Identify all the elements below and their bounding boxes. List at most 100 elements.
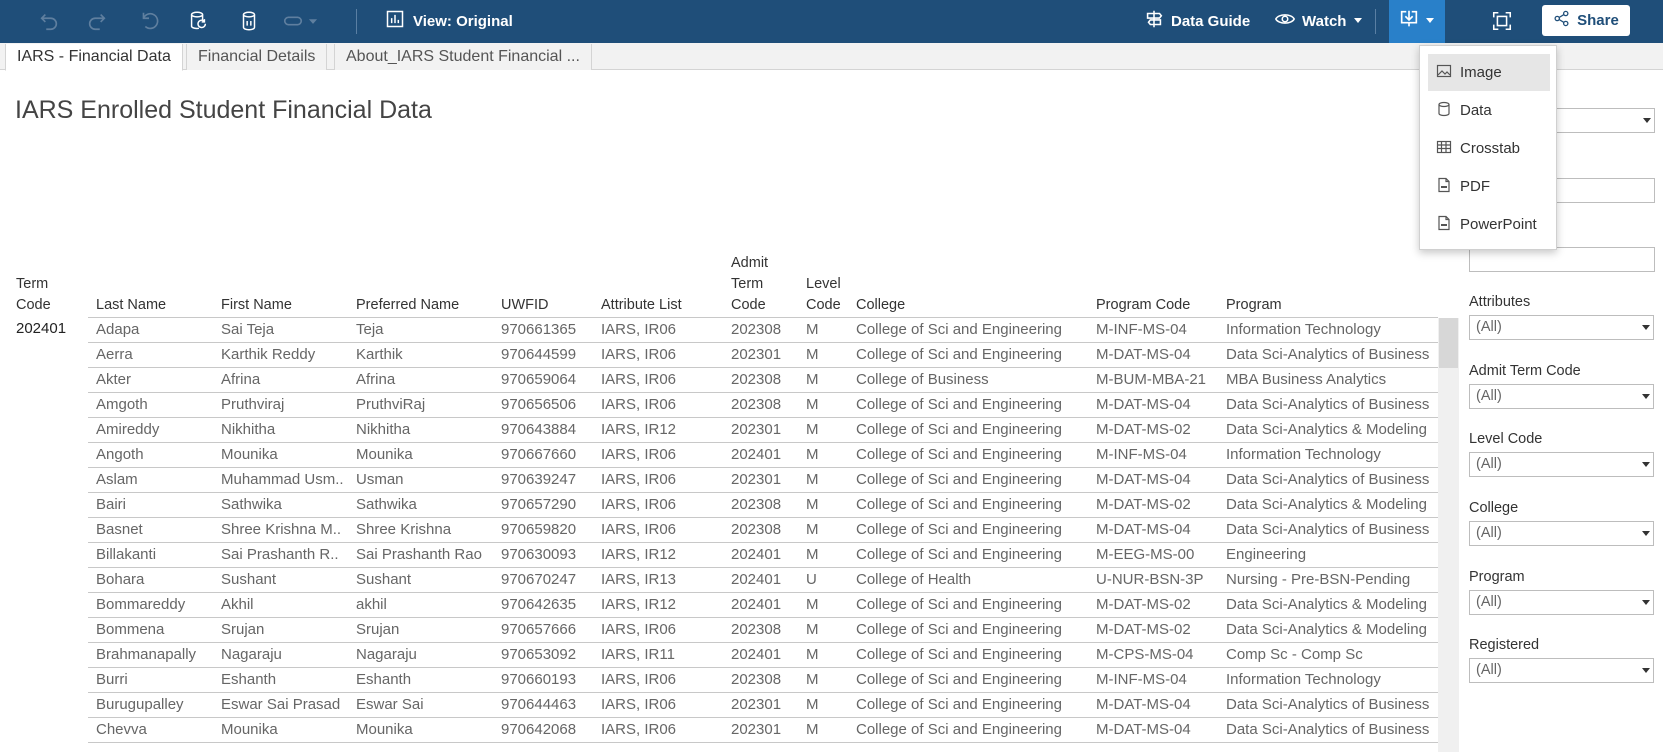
tab-iars-financial-data[interactable]: IARS - Financial Data — [5, 44, 183, 71]
last-name-cell: Chevva — [96, 721, 147, 738]
preferred-name-cell: PruthviRaj — [356, 396, 426, 413]
filter-partial-3[interactable] — [1469, 247, 1655, 272]
table-row[interactable]: Amgoth Pruthviraj PruthviRaj 970656506 IARS,… — [88, 393, 1438, 418]
admit-term-cell: 202308 — [731, 396, 782, 413]
preferred-name-cell: Mounika — [356, 446, 413, 463]
watch-label: Watch — [1302, 12, 1347, 30]
table-row[interactable]: Akter Afrina Afrina 970659064 IARS, IR06 2023… — [88, 368, 1438, 393]
revert-icon[interactable] — [134, 6, 164, 36]
table-row[interactable]: Angoth Mounika Mounika 970667660 IARS, IR06 2… — [88, 443, 1438, 468]
first-name-cell: Eshanth — [221, 671, 277, 688]
last-name-cell: Amgoth — [96, 396, 148, 413]
preferred-name-cell: Sathwika — [356, 496, 417, 513]
table-row[interactable]: Brahmanapally Nagaraju Nagaraju 970653092 IA… — [88, 643, 1438, 668]
attribute-list-cell: IARS, IR06 — [601, 671, 677, 688]
college-cell: College of Business — [856, 371, 989, 388]
program-cell: Nursing - Pre-BSN-Pending — [1226, 571, 1411, 588]
admit-term-cell: 202301 — [731, 721, 782, 738]
filter-select[interactable]: (All) — [1469, 590, 1654, 615]
admit-term-cell: 202401 — [731, 596, 782, 613]
tab-about-iars[interactable]: About_IARS Student Financial ... — [334, 44, 592, 70]
filter-partial-1[interactable] — [1557, 108, 1655, 133]
table-scrollbar[interactable] — [1438, 318, 1459, 752]
level-code-cell: M — [806, 696, 819, 713]
data-guide-button[interactable]: Data Guide — [1143, 8, 1250, 34]
table-row[interactable]: Aslam Muhammad Usm.. Usman 970639247 IARS, I… — [88, 468, 1438, 493]
chevron-down-icon[interactable] — [306, 6, 320, 36]
program-code-cell: M-DAT-MS-04 — [1096, 346, 1191, 363]
last-name-cell: Brahmanapally — [96, 646, 197, 663]
filter-select[interactable]: (All) — [1469, 658, 1654, 683]
table-row[interactable]: Bairi Sathwika Sathwika 970657290 IARS, IR06… — [88, 493, 1438, 518]
program-code-cell: U-NUR-BSN-3P — [1096, 571, 1204, 588]
program-code-cell: M-DAT-MS-04 — [1096, 521, 1191, 538]
download-button[interactable] — [1389, 0, 1445, 43]
data-guide-icon — [1143, 8, 1165, 34]
last-name-cell: Bommareddy — [96, 596, 186, 613]
download-crosstab-item[interactable]: Crosstab — [1428, 130, 1550, 167]
college-cell: College of Sci and Engineering — [856, 471, 1062, 488]
undo-icon[interactable] — [34, 6, 64, 36]
table-row[interactable]: Bohara Sushant Sushant 970670247 IARS, IR13 2… — [88, 568, 1438, 593]
filter-select[interactable]: (All) — [1469, 452, 1654, 477]
watch-dropdown-icon — [1352, 13, 1364, 30]
view-button[interactable]: View: Original — [385, 8, 513, 34]
filter-label: College — [1469, 500, 1519, 516]
download-powerpoint-item[interactable]: PowerPoint — [1428, 206, 1550, 243]
first-name-cell: Akhil — [221, 596, 254, 613]
filter-select[interactable]: (All) — [1469, 315, 1654, 340]
download-pdf-item[interactable]: PDF — [1428, 168, 1550, 205]
table-row[interactable]: Bommareddy Akhil akhil 970642635 IARS, IR12 2… — [88, 593, 1438, 618]
level-code-cell: M — [806, 346, 819, 363]
admit-term-cell: 202301 — [731, 471, 782, 488]
first-name-cell: Mounika — [221, 721, 278, 738]
table-row[interactable]: Aerra Karthik Reddy Karthik 970644599 IARS, … — [88, 343, 1438, 368]
table-row[interactable]: Billakanti Sai Prashanth R.. Sai Prashanth… — [88, 543, 1438, 568]
share-button[interactable]: Share — [1542, 5, 1630, 36]
filter-select[interactable]: (All) — [1469, 521, 1654, 546]
tab-financial-details[interactable]: Financial Details — [186, 44, 328, 70]
table-row[interactable]: Bommena Srujan Srujan 970657666 IARS, IR06 20… — [88, 618, 1438, 643]
uwfid-cell: 970656506 — [501, 396, 577, 413]
fullscreen-icon[interactable] — [1487, 6, 1517, 36]
program-code-cell: M-DAT-MS-02 — [1096, 621, 1191, 638]
pause-updates-icon[interactable] — [234, 6, 264, 36]
table-row[interactable]: Adapa Sai Teja Teja 970661365 IARS, IR06 2023… — [88, 318, 1438, 343]
download-image-item[interactable]: Image — [1428, 54, 1550, 91]
attribute-list-cell: IARS, IR06 — [601, 521, 677, 538]
attribute-list-cell: IARS, IR06 — [601, 446, 677, 463]
program-cell: Data Sci-Analytics of Business — [1226, 721, 1430, 738]
filter-value: (All) — [1476, 388, 1502, 404]
admit-term-cell: 202401 — [731, 646, 782, 663]
filter-partial-2[interactable] — [1557, 178, 1655, 203]
table-scrollbar-thumb[interactable] — [1439, 318, 1458, 368]
college-cell: College of Sci and Engineering — [856, 646, 1062, 663]
level-code-cell: M — [806, 546, 819, 563]
table-row[interactable]: Burugupalley Eswar Sai Prasad Eswar Sai 970… — [88, 693, 1438, 718]
program-code-cell: M-DAT-MS-02 — [1096, 596, 1191, 613]
table-row[interactable]: Burri Eshanth Eshanth 970660193 IARS, IR06 20… — [88, 668, 1438, 693]
table-row[interactable]: Chevva Mounika Mounika 970642068 IARS, IR06 2… — [88, 718, 1438, 743]
uwfid-cell: 970639247 — [501, 471, 577, 488]
attribute-list-cell: IARS, IR06 — [601, 721, 677, 738]
redo-icon[interactable] — [82, 6, 112, 36]
first-name-cell: Shree Krishna M.. — [221, 521, 342, 538]
preferred-name-cell: Eshanth — [356, 671, 412, 688]
chevron-down-icon — [1642, 394, 1650, 399]
refresh-icon[interactable] — [183, 6, 213, 36]
filter-label: Program — [1469, 569, 1525, 585]
preferred-name-cell: Mounika — [356, 721, 413, 738]
filter-select[interactable]: (All) — [1469, 384, 1654, 409]
last-name-cell: Billakanti — [96, 546, 157, 563]
download-data-item[interactable]: Data — [1428, 92, 1550, 129]
program-code-cell: M-DAT-MS-02 — [1096, 496, 1191, 513]
attribute-list-cell: IARS, IR06 — [601, 621, 677, 638]
last-name-cell: Aerra — [96, 346, 133, 363]
table-row[interactable]: Amireddy Nikhitha Nikhitha 970643884 IARS, I… — [88, 418, 1438, 443]
program-cell: Information Technology — [1226, 321, 1381, 338]
table-row[interactable]: Basnet Shree Krishna M.. Shree Krishna 9706… — [88, 518, 1438, 543]
watch-icon — [1274, 8, 1296, 34]
preferred-name-cell: Srujan — [356, 621, 400, 638]
watch-button[interactable]: Watch — [1274, 8, 1364, 34]
replay-animation-icon[interactable] — [278, 6, 308, 36]
